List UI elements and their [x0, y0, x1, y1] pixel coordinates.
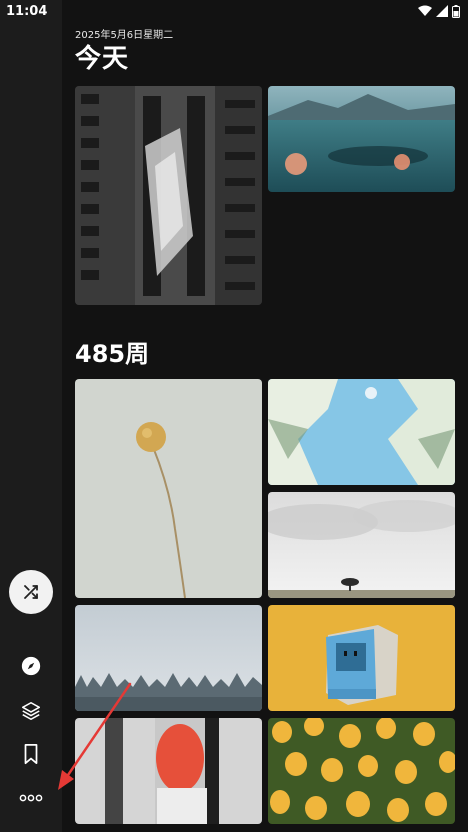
bookmark-icon [24, 743, 38, 765]
photo-dandelion[interactable] [75, 379, 262, 598]
signal-icon [436, 5, 448, 17]
section-title-week: 485周 [75, 340, 150, 368]
bookmarks-button[interactable] [18, 741, 44, 767]
battery-icon [452, 4, 460, 18]
section-title-today: 今天 [75, 44, 130, 74]
more-button[interactable] [18, 785, 44, 811]
photo-blossom-sky[interactable] [268, 379, 455, 485]
layers-icon [21, 701, 41, 721]
status-bar: 11:04 [0, 0, 468, 22]
photo-sea[interactable] [268, 86, 455, 192]
wifi-icon [418, 5, 432, 16]
status-icons [418, 4, 460, 18]
status-time: 11:04 [6, 3, 48, 19]
sidebar [0, 0, 62, 832]
compass-icon [21, 656, 41, 676]
photo-building[interactable] [75, 86, 262, 305]
collections-button[interactable] [18, 698, 44, 724]
explore-button[interactable] [18, 653, 44, 679]
photo-retro-computer[interactable] [268, 605, 455, 711]
photo-frost-trees[interactable] [75, 605, 262, 711]
more-icon [19, 794, 43, 802]
shuffle-button[interactable] [9, 570, 53, 614]
photo-feed[interactable]: 2025年5月6日星期二 今天 485周 [62, 0, 468, 832]
photo-abstract-glass[interactable] [75, 718, 262, 824]
photo-lone-tree[interactable] [268, 492, 455, 598]
shuffle-icon [24, 585, 38, 599]
photo-tulips[interactable] [268, 718, 455, 824]
